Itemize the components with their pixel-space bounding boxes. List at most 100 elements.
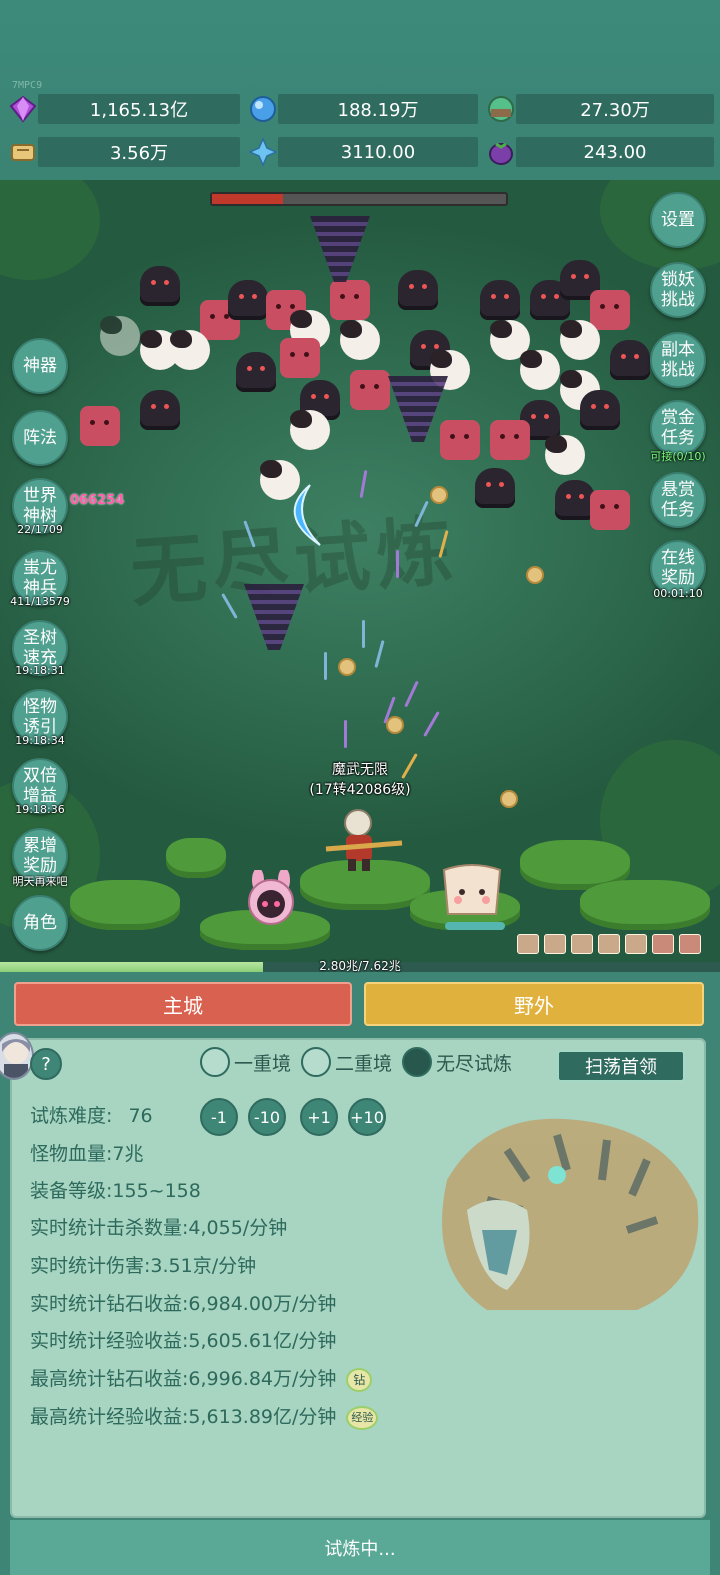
- dungeon-challenge-label: 副本挑战: [661, 340, 695, 380]
- dungeon-challenge-button[interactable]: 副本挑战: [650, 332, 706, 388]
- monster: [590, 290, 630, 330]
- world-tree-progress: 22/1709: [17, 523, 63, 536]
- flying-sword: [404, 680, 419, 708]
- flying-sword: [423, 711, 440, 737]
- tiger-illustration: [442, 1118, 699, 1310]
- radio-first-realm[interactable]: 一重境: [200, 1047, 291, 1077]
- stat-value: 4,055/分钟: [188, 1217, 288, 1239]
- double-boost-button-label: 双倍增益: [23, 766, 57, 806]
- radio-endless-trial[interactable]: 无尽试炼: [402, 1047, 512, 1077]
- help-button[interactable]: ?: [30, 1048, 62, 1080]
- hero-character: [325, 809, 403, 871]
- monster: [236, 352, 276, 392]
- buff-icon: [571, 934, 593, 954]
- radio-second-realm[interactable]: 二重境: [301, 1047, 392, 1077]
- radio-endless-trial-dot[interactable]: [402, 1047, 433, 1077]
- settings-button[interactable]: 设置: [650, 192, 706, 248]
- flying-sword: [324, 652, 327, 680]
- monster: [170, 330, 210, 370]
- resource-value-orb: 27.30万: [516, 94, 714, 124]
- diamond-badge[interactable]: 钻: [346, 1367, 373, 1392]
- server-code: 7MPC9: [12, 80, 43, 91]
- ice-crystal-icon: [248, 137, 278, 167]
- radio-second-realm-label: 二重境: [335, 1052, 393, 1075]
- location-tabs: 主城 野外: [0, 982, 720, 1028]
- stat-monster-hp: 怪物血量:7兆: [30, 1140, 144, 1168]
- world-tree-button-label: 世界神树: [23, 486, 57, 526]
- bounty-task-status: 可接(0/10): [650, 450, 706, 463]
- monster: [555, 480, 595, 520]
- stat-value: 6,984.00万/分钟: [188, 1293, 337, 1315]
- monster: [80, 406, 120, 446]
- bush: [166, 838, 226, 878]
- monster: [580, 390, 620, 430]
- resource-value-diamond: 1,165.13亿: [38, 94, 240, 124]
- stat-value: 3.51京/分钟: [150, 1255, 257, 1277]
- stat-kills: 实时统计击杀数量:4,055/分钟: [30, 1214, 287, 1242]
- hero-nameplate: 魔武无限 (17转42086级): [290, 760, 430, 800]
- flying-sword: [344, 720, 347, 748]
- slash-effect: [293, 484, 321, 546]
- buff-icon: [544, 934, 566, 954]
- formation-button-label: 阵法: [23, 428, 57, 448]
- monster: [350, 370, 390, 410]
- gold-coin: [386, 716, 404, 734]
- purple-eggplant-icon: [486, 137, 516, 167]
- difficulty-plus-10-button[interactable]: +10: [348, 1098, 386, 1136]
- stat-label: 怪物血量:: [30, 1143, 113, 1165]
- radio-first-realm-dot[interactable]: [200, 1047, 230, 1077]
- tab-main-city[interactable]: 主城: [14, 982, 352, 1026]
- settings-button-label: 设置: [661, 210, 695, 230]
- stat-value: 7兆: [112, 1143, 144, 1165]
- holy-tree-recharge-timer: 19:18:31: [15, 664, 65, 677]
- formation-button[interactable]: 阵法: [12, 410, 68, 466]
- character-button[interactable]: 角色: [12, 895, 68, 951]
- difficulty-minus-1-button[interactable]: -1: [200, 1098, 238, 1136]
- purple-diamond-icon: [8, 94, 38, 124]
- gold-coin: [526, 566, 544, 584]
- cumulative-reward-status: 明天再来吧: [12, 875, 68, 888]
- radio-second-realm-dot[interactable]: [301, 1047, 332, 1077]
- resource-value-crystal: 188.19万: [278, 94, 478, 124]
- boss-health-bar: [210, 192, 508, 206]
- stat-damage: 实时统计伤害:3.51京/分钟: [30, 1252, 256, 1280]
- online-reward-label: 在线奖励: [661, 548, 695, 588]
- background-tree: [0, 180, 100, 280]
- experience-text: 2.80兆/7.62兆: [319, 959, 401, 973]
- artifact-button-label: 神器: [23, 356, 57, 376]
- stat-max-exp-income: 最高统计经验收益:5,613.89亿/分钟 经验: [30, 1403, 379, 1431]
- buff-icon: [517, 934, 539, 954]
- difficulty-label: 试炼难度:: [30, 1105, 113, 1127]
- exp-badge[interactable]: 经验: [346, 1405, 379, 1430]
- buff-icon: [652, 934, 674, 954]
- buff-icon: [679, 934, 701, 954]
- monster: [590, 490, 630, 530]
- bounty-task-label: 赏金任务: [661, 408, 695, 448]
- boss-health-fill: [212, 194, 283, 204]
- online-reward-timer: 00:01:10: [653, 587, 703, 600]
- monster: [480, 280, 520, 320]
- demon-lock-challenge-button[interactable]: 锁妖挑战: [650, 262, 706, 318]
- hero-name: 魔武无限: [332, 762, 388, 778]
- artifact-button[interactable]: 神器: [12, 338, 68, 394]
- holy-tree-recharge-button-label: 圣树速充: [23, 628, 57, 668]
- hero-level: (17转42086级): [309, 782, 411, 798]
- stat-value: 5,605.61亿/分钟: [188, 1330, 337, 1352]
- monster: [228, 280, 268, 320]
- tornado-effect: [244, 584, 304, 650]
- stat-label: 装备等级:: [30, 1180, 113, 1202]
- tab-wild[interactable]: 野外: [364, 982, 704, 1026]
- difficulty-plus-1-button[interactable]: +1: [300, 1098, 338, 1136]
- difficulty-minus-10-button[interactable]: -10: [248, 1098, 286, 1136]
- monster: [100, 316, 140, 356]
- sweep-boss-button[interactable]: 扫荡首领: [557, 1050, 685, 1082]
- reward-task-label: 悬赏任务: [661, 480, 695, 520]
- stat-label: 实时统计击杀数量:: [30, 1217, 189, 1239]
- radio-endless-trial-label: 无尽试炼: [436, 1052, 513, 1075]
- stat-equipment-level: 装备等级:155~158: [30, 1177, 201, 1205]
- reward-task-button[interactable]: 悬赏任务: [650, 472, 706, 528]
- chiyou-weapon-button-label: 蚩尤神兵: [23, 558, 57, 598]
- stump-health-bar: [445, 922, 505, 930]
- resource-value-scroll: 3.56万: [38, 137, 240, 167]
- bush: [70, 880, 180, 930]
